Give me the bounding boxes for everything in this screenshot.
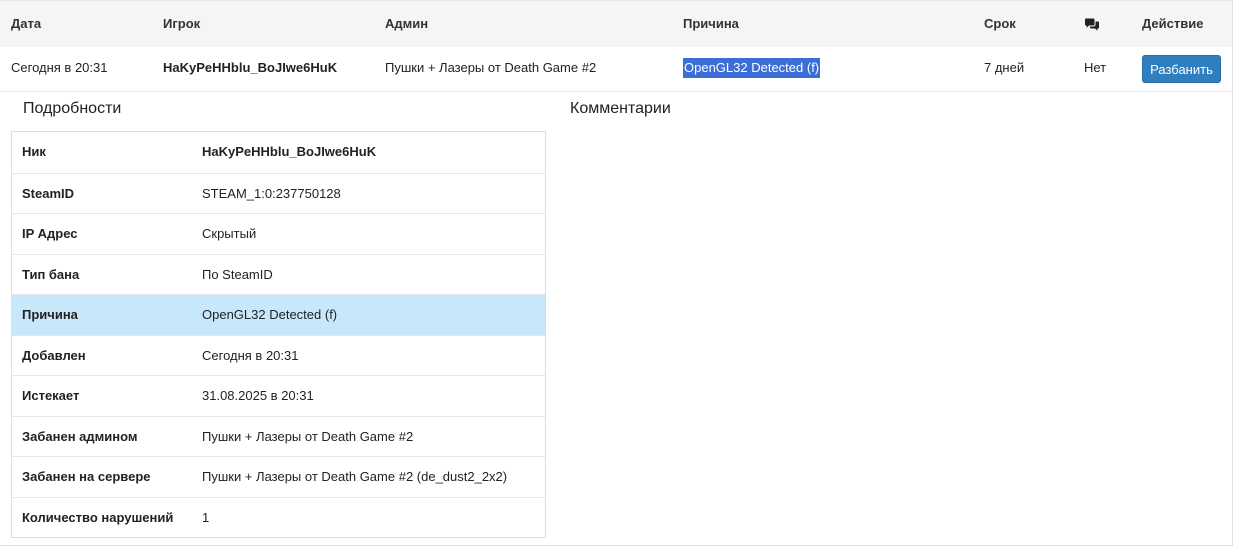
details-table: Ник HaKyPeHHblu_BoJIwe6HuK SteamID STEAM…: [11, 131, 546, 538]
details-value: OpenGL32 Detected (f): [202, 307, 338, 322]
details-row-steamid: SteamID STEAM_1:0:237750128: [12, 172, 545, 214]
header-admin[interactable]: Админ: [385, 14, 428, 34]
table-header: Дата Игрок Админ Причина Срок Действие: [0, 0, 1232, 48]
details-row-reason: Причина OpenGL32 Detected (f): [12, 294, 545, 335]
details-label: Количество нарушений: [22, 509, 174, 525]
details-row-banned-by-admin: Забанен админом Пушки + Лазеры от Death …: [12, 415, 545, 457]
details-value: Сегодня в 20:31: [202, 347, 299, 363]
comments-title: Комментарии: [570, 100, 671, 117]
details-value: HaKyPeHHblu_BoJIwe6HuK: [202, 144, 377, 159]
table-row[interactable]: Сегодня в 20:31 HaKyPeHHblu_BoJIwe6HuK П…: [0, 47, 1232, 92]
details-label: Забанен на сервере: [22, 469, 151, 484]
ban-comments: Нет: [1084, 60, 1107, 75]
ban-reason: OpenGL32 Detected (f): [683, 58, 821, 78]
details-label: Причина: [22, 307, 78, 322]
details-value: Скрытый: [202, 226, 257, 241]
unban-button[interactable]: Разбанить: [1142, 55, 1221, 83]
details-label: Забанен админом: [22, 428, 138, 444]
comments-icon: [1085, 18, 1099, 31]
header-player[interactable]: Игрок: [163, 14, 200, 34]
details-value: 31.08.2025 в 20:31: [202, 388, 314, 403]
details-label: Тип бана: [22, 266, 80, 282]
details-row-ip: IP Адрес Скрытый: [12, 213, 545, 254]
details-label: SteamID: [22, 185, 75, 201]
details-value: Пушки + Лазеры от Death Game #2 (de_dust…: [202, 469, 508, 484]
details-title: Подробности: [23, 100, 122, 117]
details-label: Ник: [22, 144, 46, 159]
details-row-banned-on-server: Забанен на сервере Пушки + Лазеры от Dea…: [12, 456, 545, 497]
details-row-added: Добавлен Сегодня в 20:31: [12, 334, 545, 376]
details-label: Истекает: [22, 388, 80, 403]
ban-date: Сегодня в 20:31: [11, 60, 108, 75]
details-value: Пушки + Лазеры от Death Game #2: [202, 428, 414, 444]
header-term[interactable]: Срок: [984, 14, 1016, 34]
details-value: STEAM_1:0:237750128: [202, 185, 341, 201]
header-date[interactable]: Дата: [11, 14, 41, 34]
ban-term: 7 дней: [984, 60, 1025, 75]
details-row-violations: Количество нарушений 1: [12, 496, 545, 538]
details-row-ban-type: Тип бана По SteamID: [12, 253, 545, 295]
details-value: 1: [202, 509, 210, 525]
details-label: Добавлен: [22, 347, 86, 363]
header-reason[interactable]: Причина: [683, 14, 739, 34]
header-action: Действие: [1142, 16, 1204, 31]
ban-admin: Пушки + Лазеры от Death Game #2: [385, 60, 597, 75]
details-value: По SteamID: [202, 266, 273, 282]
ban-player[interactable]: HaKyPeHHblu_BoJIwe6HuK: [163, 58, 337, 78]
details-label: IP Адрес: [22, 226, 78, 241]
details-row-expires: Истекает 31.08.2025 в 20:31: [12, 375, 545, 416]
details-row-nick: Ник HaKyPeHHblu_BoJIwe6HuK: [12, 132, 545, 173]
